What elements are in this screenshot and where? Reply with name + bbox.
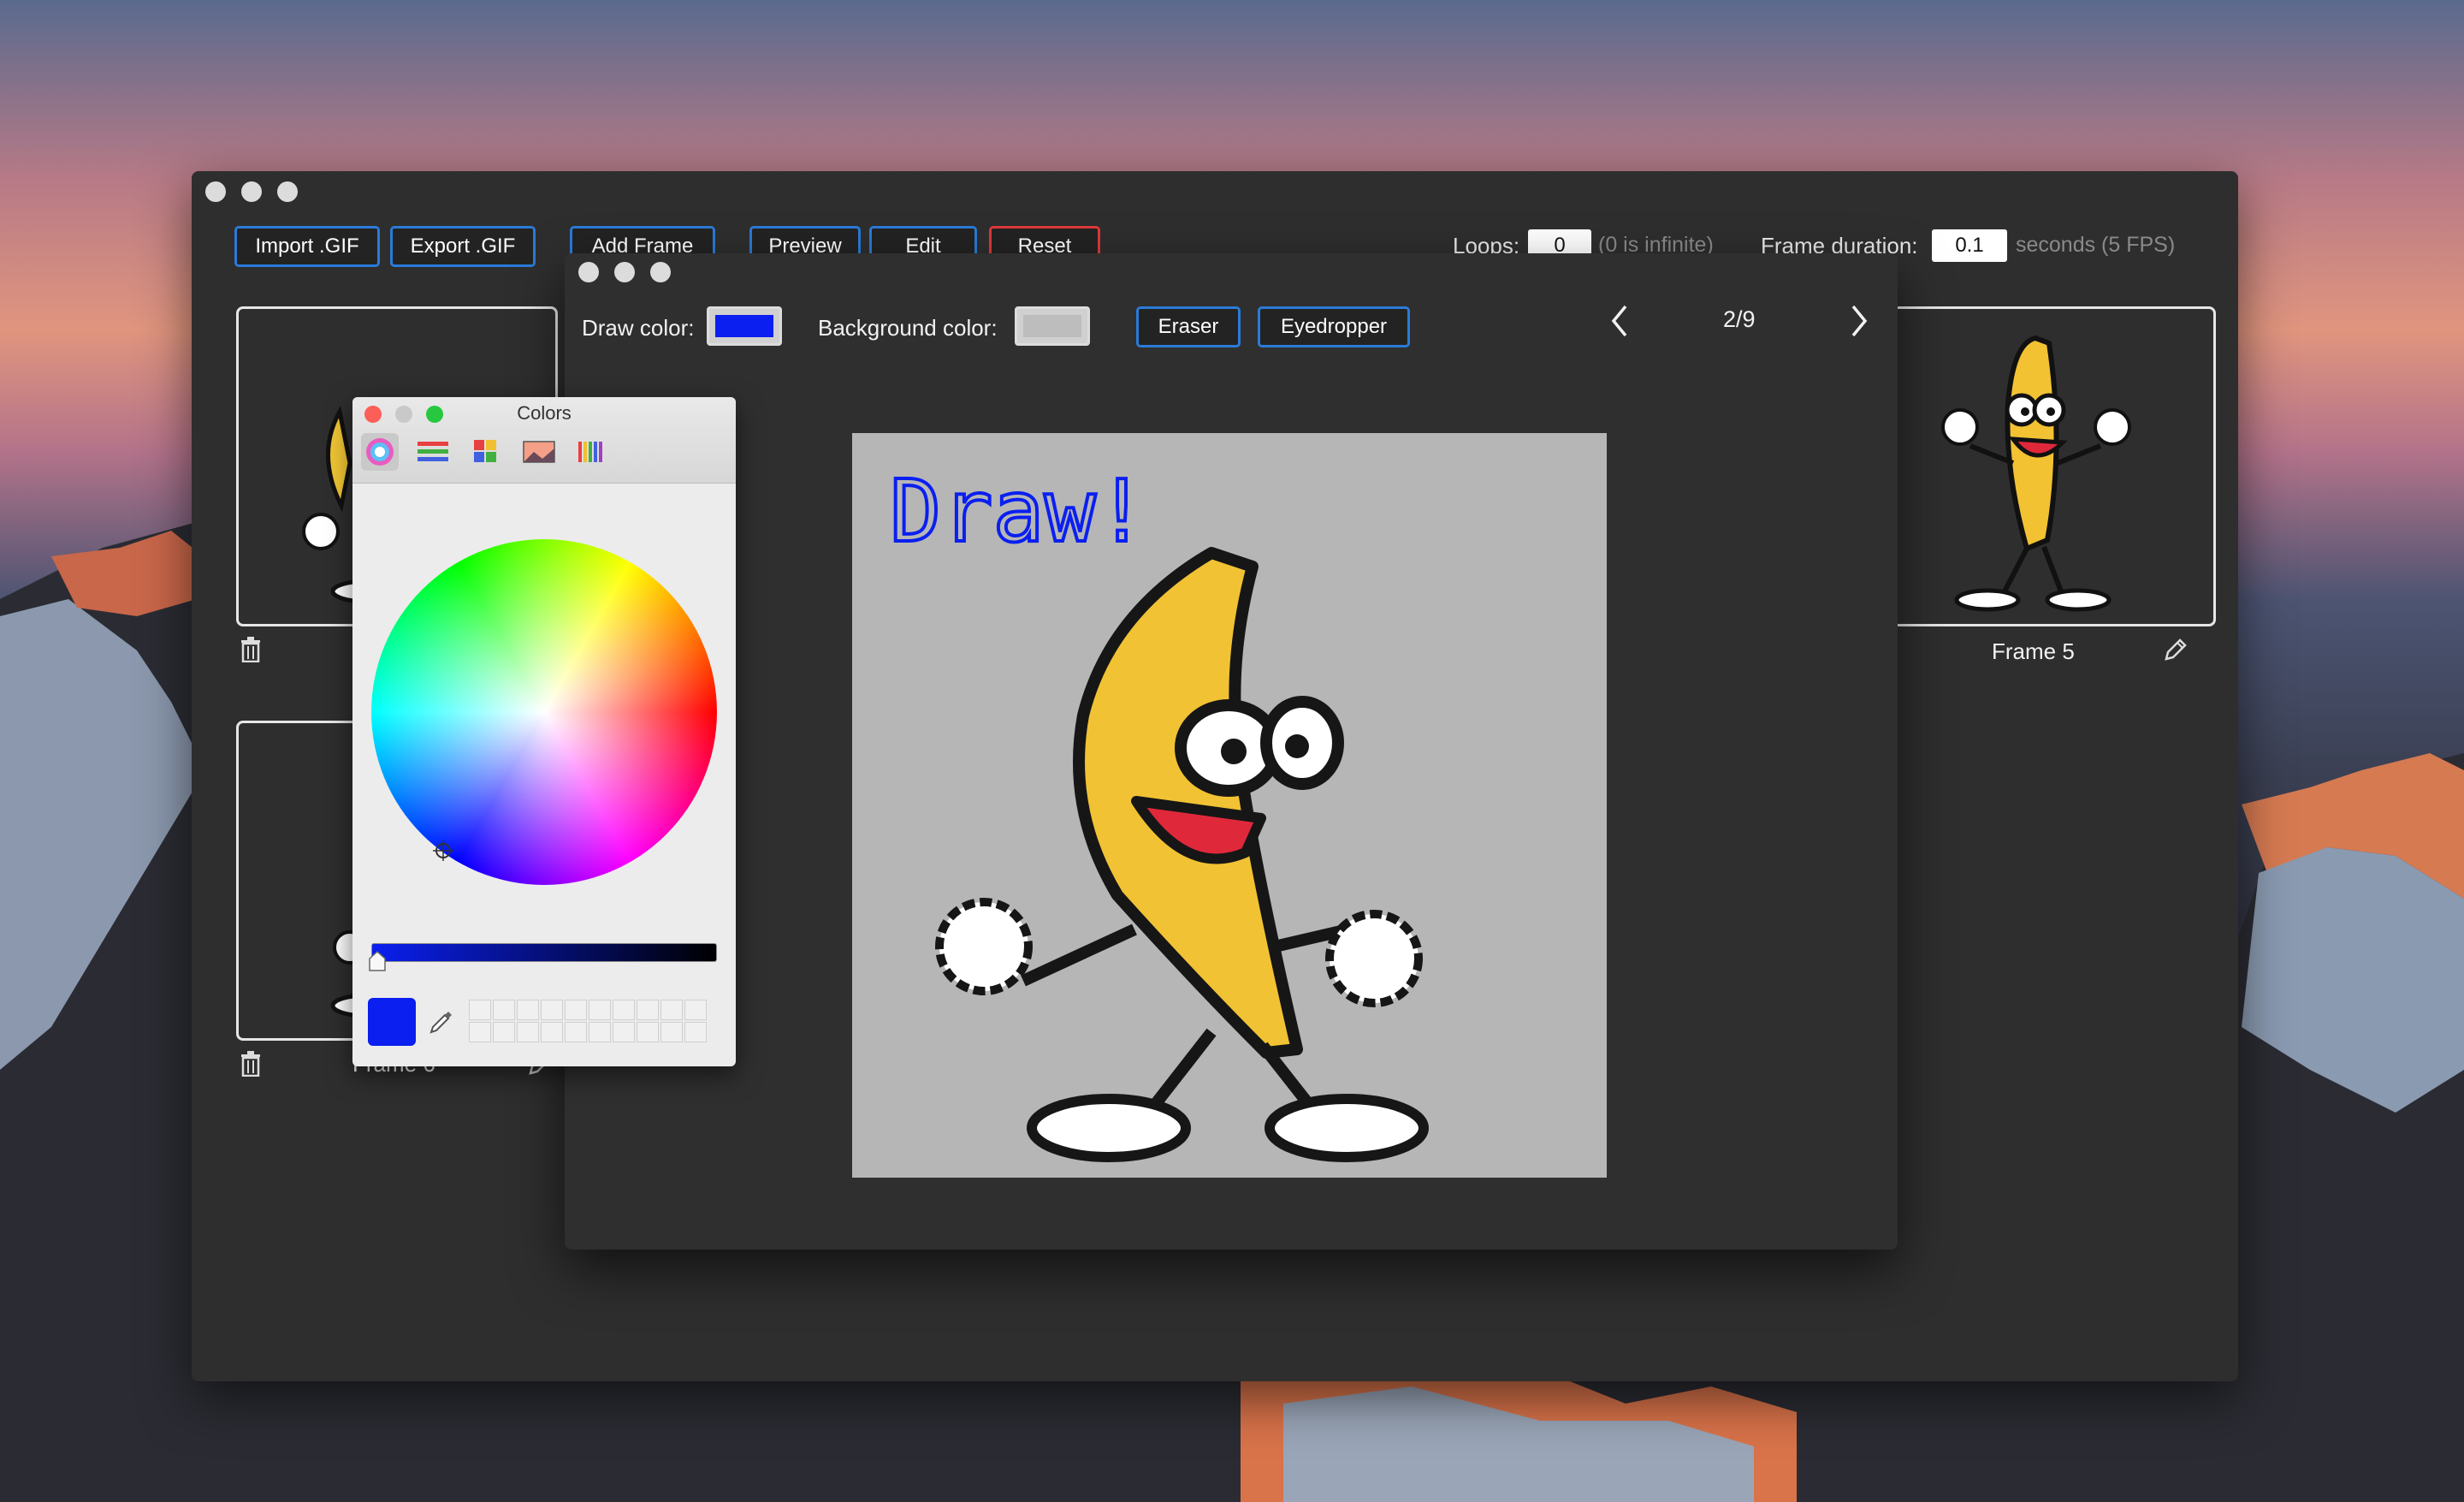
image-palette-icon (523, 441, 555, 463)
import-gif-button[interactable]: Import .GIF (234, 226, 380, 267)
drawing-canvas[interactable]: Draw! (852, 433, 1607, 1178)
pencils-icon (578, 442, 602, 462)
frame-card[interactable] (1865, 306, 2216, 626)
window-controls[interactable] (205, 181, 298, 202)
wheel-picker-crosshair[interactable] (431, 839, 455, 863)
eyedropper-icon[interactable] (426, 1006, 457, 1037)
saved-swatches-grid[interactable] (469, 1000, 707, 1042)
draw-color-label: Draw color: (582, 315, 695, 341)
background-color-swatch[interactable] (1015, 306, 1090, 346)
frame-pager: 2/9 (1723, 306, 1756, 332)
color-wheel-icon (366, 438, 394, 466)
canvas-drawing: Draw! (888, 460, 1429, 1162)
export-gif-button[interactable]: Export .GIF (390, 226, 536, 267)
frame-thumbnail (1941, 335, 2131, 612)
image-palettes-tab[interactable] (520, 433, 558, 471)
colors-panel: Colors (352, 397, 736, 1066)
frame-duration-hint: seconds (5 FPS) (2016, 233, 2176, 257)
canvas-text: Draw! (890, 461, 1147, 561)
editor-window-controls[interactable] (578, 262, 671, 282)
color-wheel-tab[interactable] (361, 433, 399, 471)
colors-title: Colors (517, 402, 572, 424)
color-wheel[interactable] (371, 539, 717, 885)
eyedropper-button[interactable]: Eyedropper (1258, 306, 1410, 347)
slider-knob[interactable] (368, 950, 387, 972)
chevron-left-icon[interactable] (1608, 303, 1631, 339)
eraser-button[interactable]: Eraser (1136, 306, 1241, 347)
color-palettes-icon (474, 440, 496, 462)
chevron-right-icon[interactable] (1848, 303, 1870, 339)
draw-color-swatch[interactable] (707, 306, 782, 346)
color-sliders-icon (418, 442, 448, 461)
frame-duration-input[interactable]: 0.1 (1932, 229, 2007, 262)
current-color-well[interactable] (368, 998, 416, 1046)
brightness-slider[interactable] (371, 943, 717, 962)
color-palettes-tab[interactable] (467, 433, 505, 471)
pencil-icon[interactable] (2163, 637, 2189, 662)
trash-icon[interactable] (240, 1051, 262, 1077)
pencils-tab[interactable] (573, 433, 611, 471)
trash-icon[interactable] (240, 637, 262, 662)
editor-window: Draw color: Background color: Eraser Eye… (565, 253, 1898, 1250)
frame-label: Frame 5 (1992, 638, 2075, 664)
color-sliders-tab[interactable] (414, 433, 452, 471)
background-color-label: Background color: (818, 315, 998, 341)
